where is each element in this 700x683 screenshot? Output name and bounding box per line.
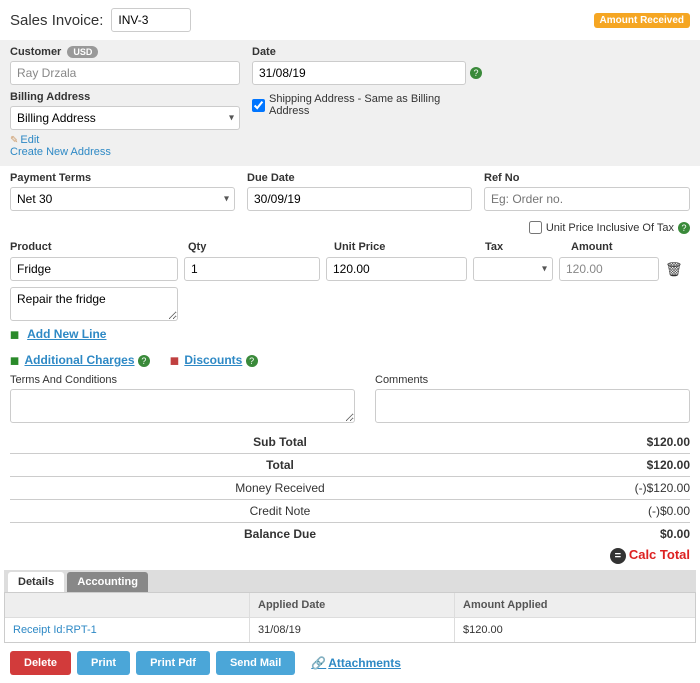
create-address-link[interactable]: Create New Address [10,146,111,158]
amount-received-badge: Amount Received [594,13,690,28]
balance-due-value: $0.00 [590,527,690,541]
grid-col-blank [5,593,250,617]
subtotal-value: $120.00 [590,435,690,449]
unit-price-inclusive-label: Unit Price Inclusive Of Tax [546,222,674,234]
line-qty-input[interactable] [184,257,320,281]
edit-link[interactable]: Edit [20,134,39,146]
billing-address-label: Billing Address [10,91,240,103]
ref-no-label: Ref No [484,172,690,184]
billing-address-select[interactable] [10,106,240,130]
tab-details[interactable]: Details [8,572,64,592]
grid-applied-date: 31/08/19 [250,618,455,642]
grid-amount-applied: $120.00 [455,618,695,642]
receipt-link[interactable]: Receipt Id:RPT-1 [13,624,97,636]
date-input[interactable] [252,61,466,85]
plus-icon: ◼ [10,355,19,367]
send-mail-button[interactable]: Send Mail [216,651,295,675]
due-date-input[interactable] [247,187,472,211]
help-icon[interactable]: ? [246,355,258,367]
due-date-label: Due Date [247,172,472,184]
money-received-label: Money Received [10,481,590,495]
shipping-same-checkbox[interactable] [252,99,265,112]
help-icon[interactable]: ? [138,355,150,367]
currency-badge: USD [67,46,98,58]
total-label: Total [10,458,590,472]
page-title: Sales Invoice: [10,12,103,29]
help-icon[interactable]: ? [470,67,482,79]
balance-due-label: Balance Due [10,527,590,541]
tc-textarea[interactable] [10,389,355,423]
minus-icon: ◼ [170,355,179,367]
customer-label: Customer USD [10,46,240,58]
shipping-same-label: Shipping Address - Same as Billing Addre… [269,93,482,117]
money-received-value: (-)$120.00 [590,481,690,495]
unit-price-inclusive-checkbox[interactable] [529,221,542,234]
grid-col-amount-applied: Amount Applied [455,593,695,617]
col-unitprice: Unit Price [334,241,479,253]
attachments-link[interactable]: 🔗Attachments [311,656,401,670]
total-value: $120.00 [590,458,690,472]
line-unitprice-input[interactable] [326,257,467,281]
line-tax-select[interactable] [473,257,553,281]
credit-note-label: Credit Note [10,504,590,518]
customer-input[interactable] [10,61,240,85]
date-label: Date [252,46,482,58]
help-icon[interactable]: ? [678,222,690,234]
additional-charges-link[interactable]: Additional Charges [24,353,134,367]
credit-note-value: (-)$0.00 [590,504,690,518]
payment-terms-select[interactable] [10,187,235,211]
line-description-input[interactable]: Repair the fridge [10,287,178,321]
col-product: Product [10,241,182,253]
paperclip-icon: 🔗 [311,656,326,670]
line-amount-input [559,257,659,281]
add-new-line-link[interactable]: Add New Line [27,327,106,341]
ref-no-input[interactable] [484,187,690,211]
edit-icon: ✎ [10,135,18,146]
print-button[interactable]: Print [77,651,130,675]
delete-button[interactable]: Delete [10,651,71,675]
col-amount: Amount [571,241,671,253]
discounts-link[interactable]: Discounts [184,353,242,367]
tab-accounting[interactable]: Accounting [67,572,148,592]
line-product-input[interactable] [10,257,178,281]
payment-terms-label: Payment Terms [10,172,235,184]
tc-label: Terms And Conditions [10,374,355,386]
comments-label: Comments [375,374,690,386]
comments-textarea[interactable] [375,389,690,423]
col-tax: Tax [485,241,565,253]
calc-total-link[interactable]: Calc Total [629,547,690,562]
print-pdf-button[interactable]: Print Pdf [136,651,210,675]
calc-icon[interactable]: = [610,548,626,564]
delete-line-icon[interactable]: 🗑 [665,261,683,278]
plus-icon: ◼ [10,328,19,341]
col-qty: Qty [188,241,328,253]
grid-col-applied-date: Applied Date [250,593,455,617]
invoice-no-input[interactable] [111,8,191,32]
subtotal-label: Sub Total [10,435,590,449]
